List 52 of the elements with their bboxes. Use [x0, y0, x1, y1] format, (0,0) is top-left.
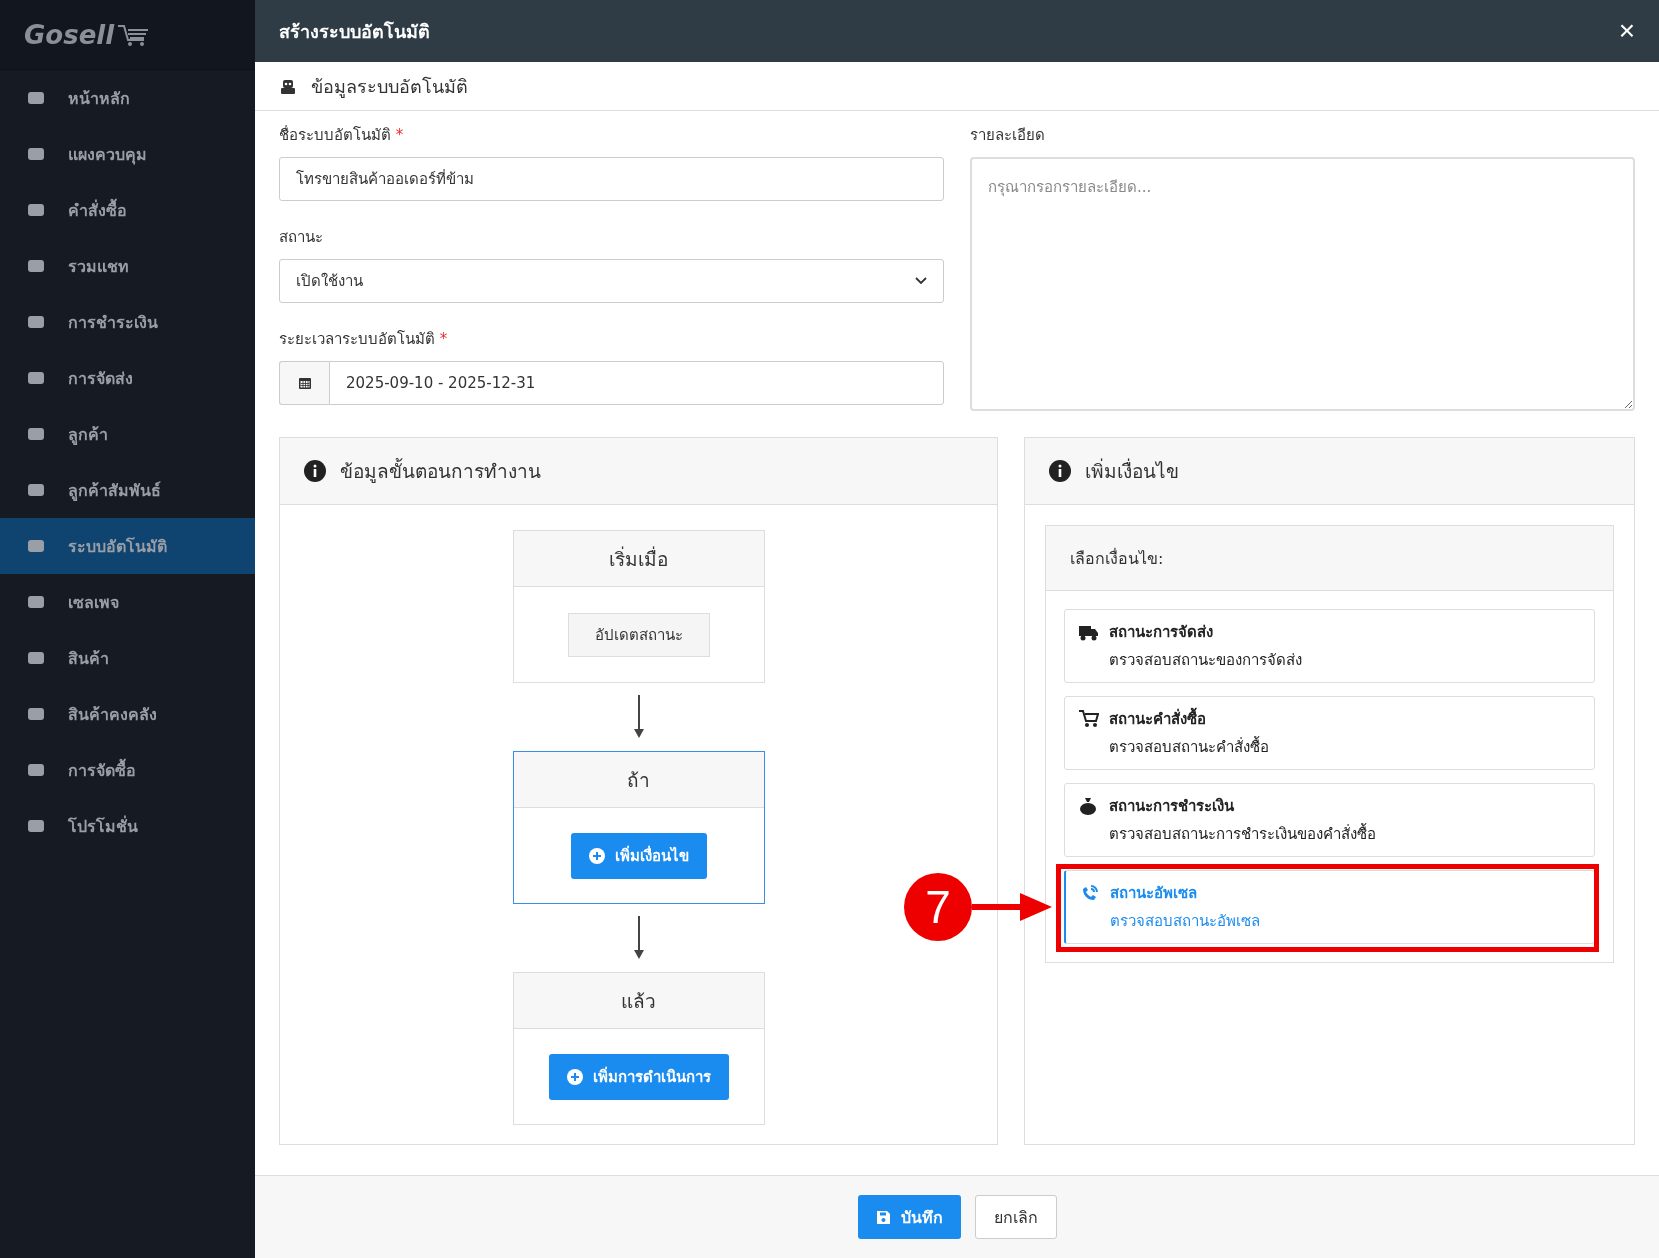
step-number-badge: 7 — [904, 873, 972, 941]
condition-option[interactable]: สถานะการชำระเงิน ตรวจสอบสถานะการชำระเงินของคำสั่งซื้อ — [1064, 783, 1595, 857]
step-title: เริ่มเมื่อ — [513, 531, 764, 587]
field-label: รายละเอียด — [970, 126, 1045, 144]
details-textarea[interactable]: กรุณากรอกรายละเอียด... — [970, 157, 1635, 411]
dialog-title: สร้างระบบอัตโนมัติ — [279, 19, 430, 44]
panel-title: เพิ่มเงื่อนไข — [1085, 457, 1179, 484]
step-title: ถ้า — [513, 752, 764, 808]
condition-title: สถานะการชำระเงิน — [1109, 796, 1235, 817]
close-button[interactable]: × — [1614, 17, 1639, 45]
condition-description: ตรวจสอบสถานะอัพเซล — [1110, 911, 1260, 932]
sidebar-item[interactable]: การจัดส่ง — [0, 350, 255, 406]
field-label: ชื่อระบบอัตโนมัติ — [279, 126, 391, 144]
sidebar-item[interactable]: การชำระเงิน — [0, 294, 255, 350]
step-option[interactable]: อัปเดตสถานะ — [567, 612, 710, 657]
sidebar-item[interactable]: สินค้า — [0, 630, 255, 686]
status-select[interactable]: เปิดใช้งาน — [279, 259, 944, 303]
add-action-button[interactable]: เพิ่มการดำเนินการ — [548, 1053, 729, 1100]
sidebar-item[interactable]: สินค้าคงคลัง — [0, 686, 255, 742]
condition-option[interactable]: สถานะคำสั่งซื้อ ตรวจสอบสถานะคำสั่งซื้อ — [1064, 696, 1595, 770]
name-input[interactable]: โทรขายสินค้าออเดอร์ที่ข้าม — [279, 157, 944, 201]
sidebar-item[interactable]: หน้าหลัก — [0, 70, 255, 126]
section-title: ข้อมูลระบบอัตโนมัติ — [311, 74, 468, 100]
sidebar-item[interactable]: แผงควบคุม — [0, 126, 255, 182]
card-heading: เลือกเงื่อนไข: — [1070, 547, 1164, 570]
condition-description: ตรวจสอบสถานะการชำระเงินของคำสั่งซื้อ — [1109, 822, 1376, 845]
sidebar-item[interactable]: ระบบอัตโนมัติ — [0, 518, 255, 574]
required-mark: * — [439, 330, 448, 348]
required-mark: * — [395, 126, 404, 144]
sidebar-item[interactable]: เซลเพจ — [0, 574, 255, 630]
step-title: แล้ว — [513, 973, 764, 1029]
cancel-button[interactable]: ยกเลิก — [974, 1195, 1057, 1239]
sidebar-item[interactable]: รวมแชท — [0, 238, 255, 294]
condition-option[interactable]: สถานะอัพเซล ตรวจสอบสถานะอัพเซล — [1064, 870, 1595, 944]
sidebar-item[interactable]: ลูกค้า — [0, 406, 255, 462]
field-label: ระยะเวลาระบบอัตโนมัติ — [279, 330, 435, 348]
condition-option[interactable]: สถานะการจัดส่ง ตรวจสอบสถานะของการจัดส่ง — [1064, 609, 1595, 683]
condition-description: ตรวจสอบสถานะของการจัดส่ง — [1109, 650, 1302, 671]
sidebar-item[interactable]: ลูกค้าสัมพันธ์ — [0, 462, 255, 518]
condition-description: ตรวจสอบสถานะคำสั่งซื้อ — [1109, 735, 1269, 758]
panel-title: ข้อมูลขั้นตอนการทำงาน — [340, 457, 541, 485]
logo: Gosell — [24, 19, 115, 50]
sidebar-item[interactable]: การจัดซื้อ — [0, 742, 255, 798]
date-range-input[interactable]: 2025-09-10 - 2025-12-31 — [329, 361, 944, 405]
add-condition-button[interactable]: เพิ่มเงื่อนไข — [570, 832, 707, 879]
save-button[interactable]: บันทึก — [857, 1195, 961, 1239]
condition-title: สถานะคำสั่งซื้อ — [1109, 707, 1269, 731]
field-label: สถานะ — [279, 228, 323, 246]
sidebar-item[interactable]: คำสั่งซื้อ — [0, 182, 255, 238]
sidebar-item[interactable]: โปรโมชั่น — [0, 798, 255, 854]
condition-title: สถานะการจัดส่ง — [1109, 622, 1214, 643]
condition-title: สถานะอัพเซล — [1110, 883, 1198, 904]
